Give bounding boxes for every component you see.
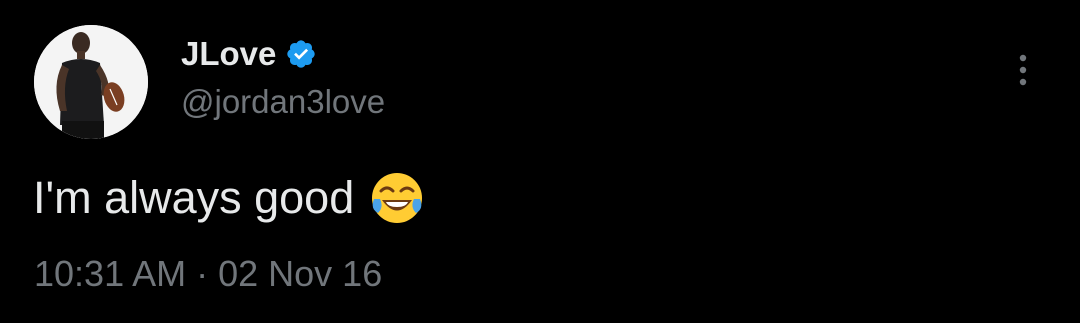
author-handle[interactable]: @jordan3love	[181, 82, 385, 122]
tweet-text: I'm always good	[33, 172, 355, 223]
verified-badge-icon[interactable]	[285, 38, 317, 70]
tweet-meta: 10:31 AM · 02 Nov 16	[34, 252, 382, 296]
tweet-body: I'm always good	[33, 168, 426, 228]
tweet-time[interactable]: 10:31 AM	[34, 252, 186, 296]
author-avatar[interactable]	[34, 25, 148, 139]
more-vertical-icon[interactable]	[1008, 50, 1038, 90]
author-name-row: JLove	[181, 34, 317, 74]
meta-separator: ·	[196, 253, 209, 294]
tweet-date[interactable]: 02 Nov 16	[218, 252, 382, 296]
author-display-name[interactable]: JLove	[181, 34, 276, 74]
tweet-card[interactable]: JLove @jordan3love I'm always good 10:31…	[0, 0, 1080, 323]
face-with-tears-of-joy-icon	[368, 169, 426, 227]
avatar-photo	[34, 25, 148, 139]
